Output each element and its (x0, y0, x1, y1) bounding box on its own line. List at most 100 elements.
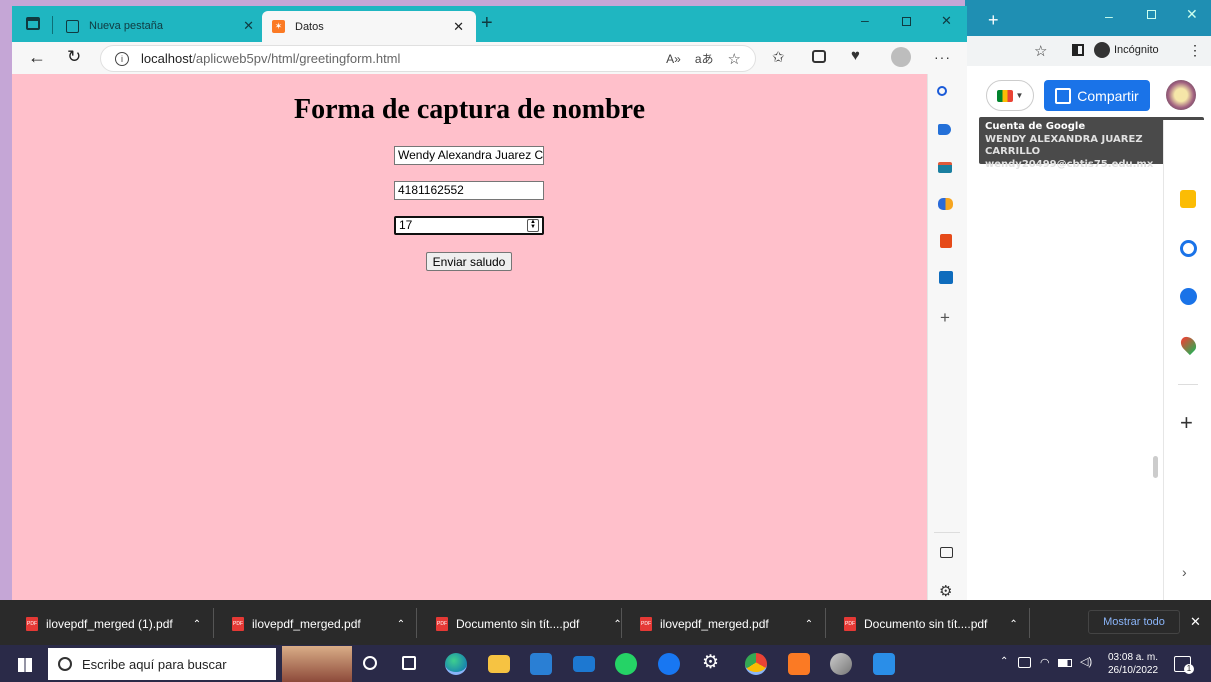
more-options-icon[interactable]: ··· (934, 49, 951, 65)
download-filename: ilovepdf_merged.pdf (660, 617, 769, 631)
keep-icon[interactable] (1180, 190, 1196, 208)
search-icon[interactable] (937, 86, 947, 96)
maximize-button[interactable] (902, 17, 911, 26)
shopping-tag-icon[interactable] (938, 124, 951, 135)
xampp-taskbar-icon[interactable] (788, 653, 810, 675)
wifi-icon[interactable]: ◠ (1040, 656, 1050, 669)
address-bar[interactable]: i localhost/aplicweb5pv/html/greetingfor… (100, 45, 756, 72)
back-arrow-icon[interactable]: ← (28, 47, 46, 68)
download-item[interactable]: PDF Documento sin tít....pdf ⌃ (436, 613, 622, 635)
tasks-icon[interactable] (1180, 240, 1197, 257)
chrome-menu-icon[interactable]: ⋮ (1188, 42, 1202, 59)
add-favorite-icon[interactable]: ☆ (728, 50, 741, 68)
notification-center-icon[interactable]: 1 (1174, 656, 1194, 674)
tab-nueva-pestana[interactable]: Nueva pestaña ✕ (58, 13, 262, 39)
close-downloads-bar-icon[interactable]: ✕ (1190, 614, 1201, 630)
spinner-icon[interactable]: ▲ ▼ (527, 219, 539, 232)
bg-maximize-button[interactable] (1147, 10, 1156, 19)
games-icon[interactable] (938, 198, 953, 210)
chevron-down-icon: ▼ (1015, 91, 1024, 100)
pdf-file-icon: PDF (26, 617, 38, 631)
edge-sidebar (927, 74, 967, 610)
show-all-downloads-button[interactable]: Mostrar todo (1088, 610, 1180, 634)
mail-icon[interactable] (573, 656, 595, 672)
close-icon[interactable]: ✕ (453, 19, 464, 35)
age-number-input[interactable]: 17 ▲ ▼ (394, 216, 544, 235)
collections-icon[interactable] (812, 50, 826, 63)
new-tab-button[interactable]: + (481, 12, 493, 35)
bg-minimize-button[interactable]: – (1105, 8, 1113, 24)
tray-app-icon[interactable] (1018, 657, 1031, 668)
whatsapp-icon[interactable] (615, 653, 637, 675)
browser-essentials-icon[interactable]: ♥ (851, 47, 860, 64)
download-item[interactable]: PDF Documento sin tít....pdf ⌃ (844, 613, 1018, 635)
add-sidebar-item-icon[interactable]: + (940, 308, 950, 328)
store-icon[interactable] (530, 653, 552, 675)
age-value: 17 (399, 218, 413, 232)
tab-label: Datos (295, 20, 324, 33)
windows-start-icon[interactable] (18, 658, 32, 672)
read-aloud-icon[interactable]: A» (666, 52, 681, 66)
download-item[interactable]: PDF ilovepdf_merged.pdf ⌃ (640, 613, 813, 635)
file-explorer-icon[interactable] (488, 655, 510, 673)
taskbar-search-box[interactable]: Escribe aquí para buscar (48, 648, 276, 680)
side-panel-icon[interactable] (1072, 44, 1084, 56)
volume-icon[interactable]: ◁) (1080, 655, 1092, 668)
settings-gear-icon[interactable]: ⚙ (702, 651, 719, 674)
clock-date: 26/10/2022 (1107, 665, 1159, 676)
download-item[interactable]: PDF ilovepdf_merged.pdf ⌃ (232, 613, 405, 635)
chevron-up-icon[interactable]: ⌃ (805, 619, 813, 630)
bg-new-tab-button[interactable]: + (988, 10, 999, 31)
share-button[interactable]: Compartir (1044, 80, 1150, 111)
facebook-icon[interactable] (658, 653, 680, 675)
chevron-up-icon[interactable]: ⌃ (1009, 619, 1017, 630)
tab-datos[interactable]: ✶ Datos ✕ (262, 11, 476, 42)
outlook-icon[interactable] (939, 271, 953, 284)
profile-avatar[interactable] (891, 47, 911, 67)
submit-greeting-button[interactable]: Enviar saludo (426, 252, 512, 271)
task-view-icon[interactable] (402, 656, 416, 670)
refresh-icon[interactable]: ↻ (67, 47, 81, 67)
taskbar-clock[interactable]: 03:08 a. m. 26/10/2022 (1100, 651, 1166, 677)
name-input[interactable]: Wendy Alexandra Juarez C (394, 146, 544, 165)
bg-close-button[interactable]: ✕ (1186, 6, 1198, 23)
xampp-icon: ✶ (272, 20, 285, 33)
background-chrome-titlebar (965, 0, 1211, 40)
account-avatar[interactable] (1166, 80, 1196, 110)
cortana-icon[interactable] (363, 656, 377, 670)
office-icon[interactable] (940, 234, 952, 248)
expand-panel-chevron-icon[interactable]: › (1182, 564, 1187, 580)
favorites-icon[interactable]: ✩ (772, 48, 785, 66)
url-path: /aplicweb5pv/html/greetingform.html (192, 51, 401, 66)
sidepanel-divider (1178, 384, 1198, 385)
paint-icon[interactable] (830, 653, 852, 675)
download-item[interactable]: PDF ilovepdf_merged (1).pdf ⌃ (26, 613, 201, 635)
add-addon-icon[interactable]: + (1180, 410, 1193, 436)
settings-gear-icon[interactable]: ⚙ (939, 582, 952, 600)
bg-scrollbar-thumb[interactable] (1153, 456, 1158, 478)
incognito-chip[interactable]: Incógnito (1094, 40, 1159, 60)
close-window-button[interactable]: ✕ (941, 13, 952, 29)
chevron-up-icon[interactable]: ⌃ (397, 619, 405, 630)
edge-taskbar-icon[interactable] (445, 653, 467, 675)
bookmark-star-icon[interactable]: ☆ (1034, 42, 1047, 60)
tab-label: Nueva pestaña (89, 20, 163, 32)
clock-time: 03:08 a. m. (1107, 652, 1159, 663)
contacts-icon[interactable] (1180, 288, 1197, 305)
translate-icon[interactable]: aあ (695, 50, 714, 67)
site-info-icon[interactable]: i (115, 51, 129, 66)
tools-briefcase-icon[interactable] (938, 162, 952, 173)
search-highlight-image (282, 646, 352, 682)
battery-icon[interactable] (1058, 659, 1072, 667)
chevron-up-icon[interactable]: ⌃ (193, 619, 201, 630)
show-hidden-icons-chevron-icon[interactable]: ⌃ (1000, 656, 1008, 667)
hide-sidebar-icon[interactable] (940, 547, 953, 558)
chrome-taskbar-icon[interactable] (745, 653, 767, 675)
phone-input[interactable]: 4181162552 (394, 181, 544, 200)
meet-button[interactable]: ▼ (986, 80, 1034, 111)
background-chrome-toolbar (965, 36, 1211, 66)
tab-actions-icon[interactable] (26, 17, 40, 30)
close-icon[interactable]: ✕ (243, 18, 254, 34)
minimize-button[interactable]: – (861, 12, 869, 28)
vscode-icon[interactable] (873, 653, 895, 675)
